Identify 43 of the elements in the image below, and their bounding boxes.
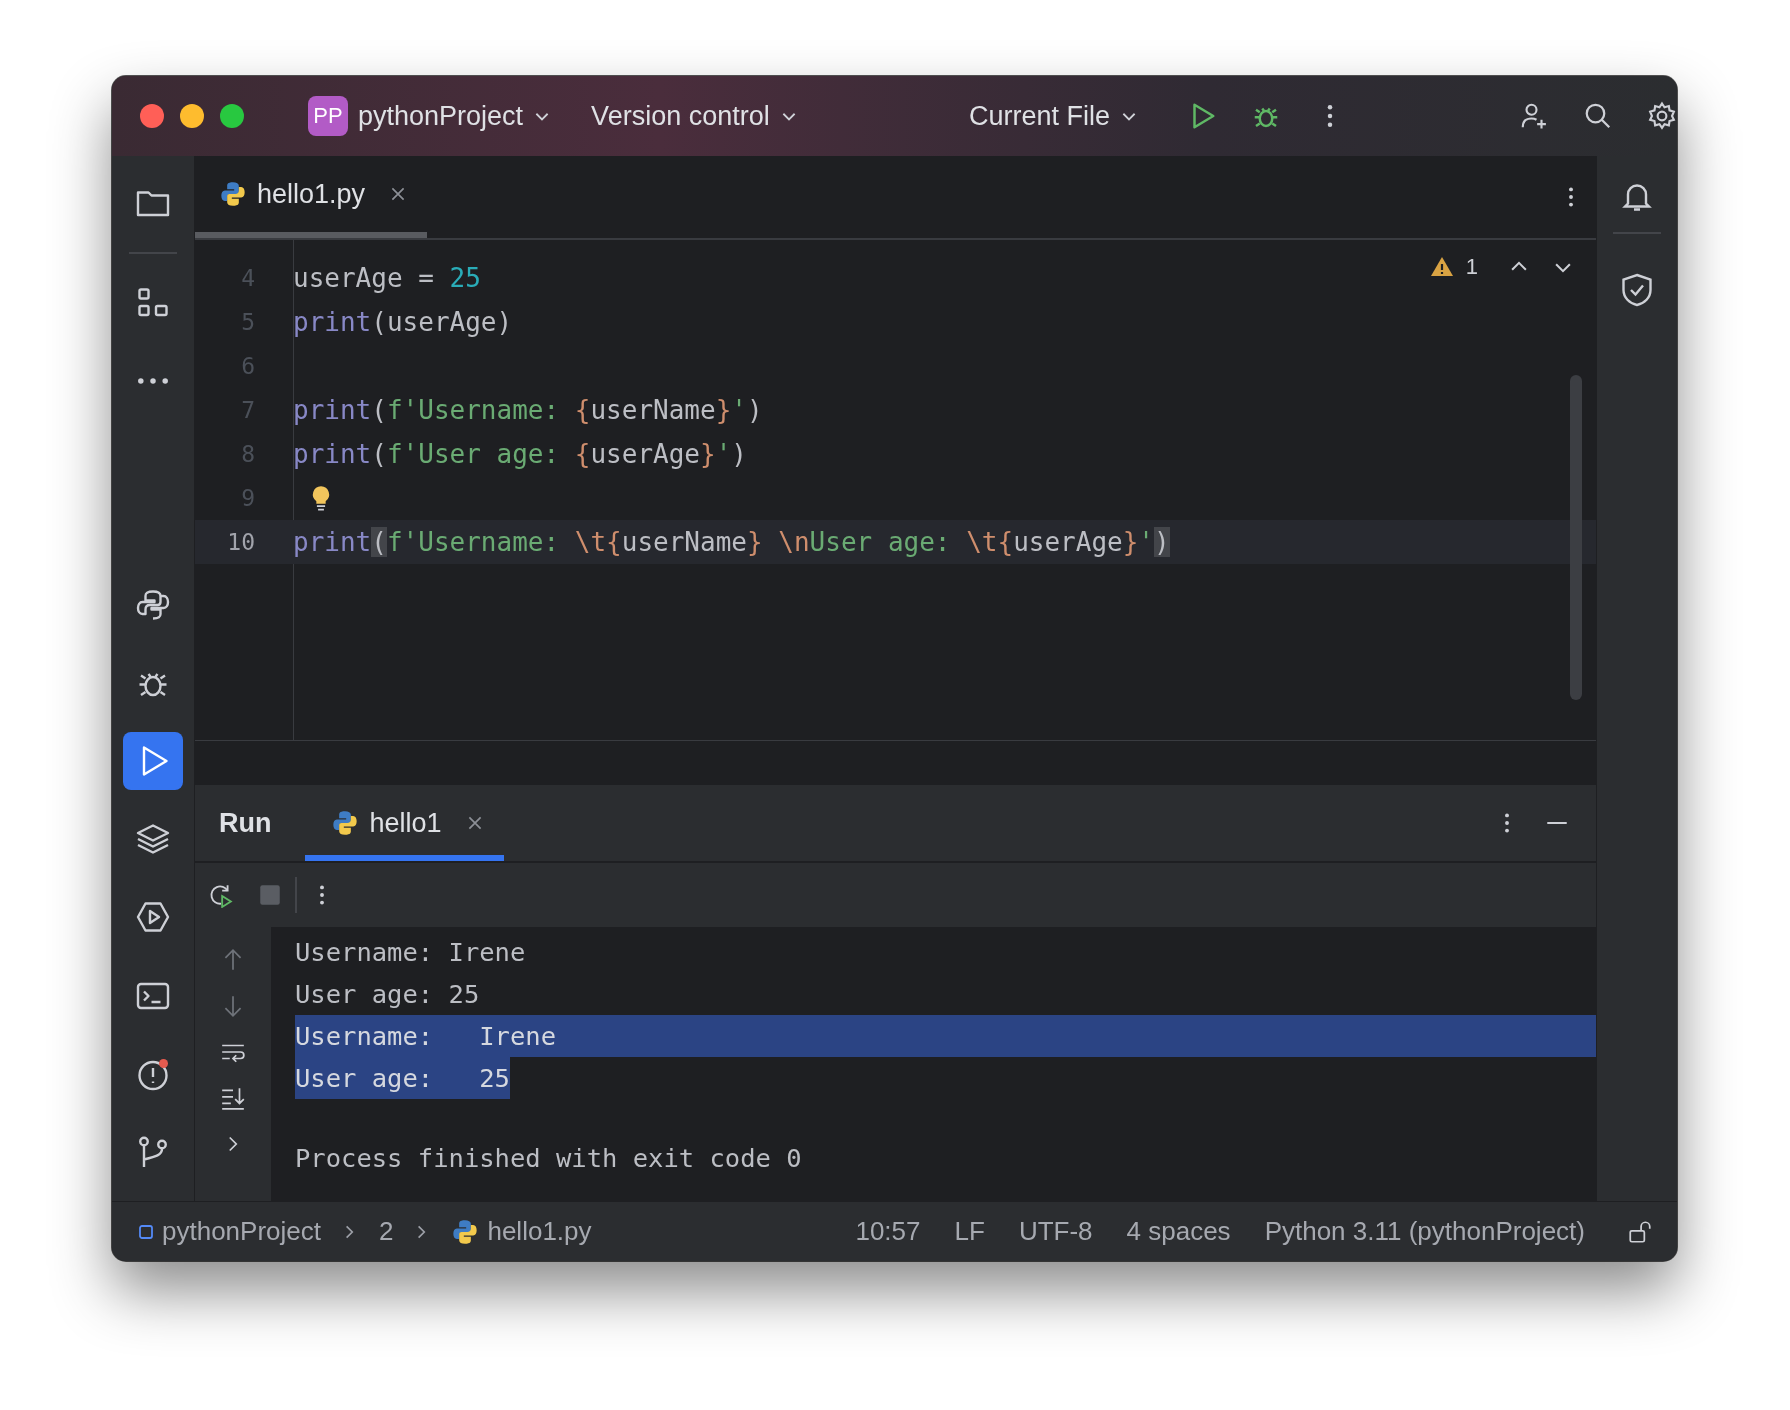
run-tab[interactable]: hello1 xyxy=(305,785,504,861)
project-icon xyxy=(138,1223,154,1240)
settings-icon[interactable] xyxy=(1647,101,1677,131)
breadcrumb[interactable]: hello1.py xyxy=(487,1216,592,1247)
code-line: userAge = 25 xyxy=(293,263,481,293)
status-bar-item[interactable]: Python 3.11 (pythonProject) xyxy=(1264,1216,1585,1247)
zoom-window-button[interactable] xyxy=(220,104,244,128)
minimize-window-button[interactable] xyxy=(180,104,204,128)
breadcrumb[interactable]: pythonProject xyxy=(162,1216,321,1247)
shield-icon[interactable] xyxy=(1619,272,1655,308)
warning-count[interactable]: 1 xyxy=(1465,254,1478,280)
project-badge: PP xyxy=(308,96,348,136)
version-control-menu[interactable]: Version control xyxy=(583,94,806,138)
breadcrumb[interactable]: 2 xyxy=(379,1216,394,1247)
code-line: print(f'Username: {userName}') xyxy=(293,395,763,425)
status-bar-item[interactable]: 4 spaces xyxy=(1126,1216,1231,1247)
status-bar-item[interactable]: LF xyxy=(954,1216,985,1247)
console-output: User age: 25 xyxy=(295,978,480,1011)
status-bar-item[interactable]: UTF-8 xyxy=(1018,1216,1093,1247)
console-output: Username: Irene xyxy=(295,936,526,969)
code-line: print(f'Username: \t{userName} \nUser age: \t{userAge}') xyxy=(293,527,1170,557)
project-menu[interactable]: PP pythonProject xyxy=(300,90,560,142)
run-panel-title: Run xyxy=(219,807,272,839)
scrollbar-thumb[interactable] xyxy=(1570,375,1582,700)
python-file-icon xyxy=(331,809,360,837)
python-file-icon xyxy=(451,1217,480,1246)
line-number: 10 xyxy=(226,529,255,555)
scroll-to-end-icon[interactable] xyxy=(220,1085,246,1111)
code-line: print(userAge) xyxy=(293,307,513,337)
more-icon xyxy=(137,377,169,386)
unlocked-icon[interactable] xyxy=(1627,1218,1653,1245)
run-configuration-menu[interactable]: Current File xyxy=(960,94,1146,138)
run-tool-button[interactable] xyxy=(123,732,183,791)
search-icon[interactable] xyxy=(1583,101,1613,131)
status-bar-item[interactable]: 10:57 xyxy=(855,1216,921,1247)
add-user-icon[interactable] xyxy=(1519,101,1549,131)
code-line: print(f'User age: {userAge}') xyxy=(293,439,747,469)
console-output: Process finished with exit code 0 xyxy=(295,1142,802,1175)
console-output: User age: 25 xyxy=(295,1057,510,1099)
python-file-icon xyxy=(219,180,247,208)
project-name: pythonProject xyxy=(358,100,524,132)
close-window-button[interactable] xyxy=(140,104,164,128)
warning-icon xyxy=(1429,255,1454,279)
